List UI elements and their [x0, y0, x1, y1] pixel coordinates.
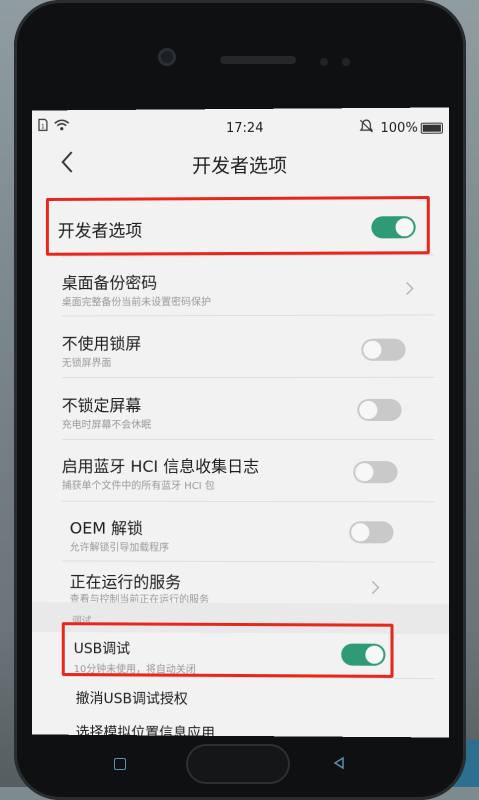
running-services-title: 正在运行的服务 — [69, 572, 182, 592]
stay-awake-toggle[interactable] — [357, 398, 402, 421]
hardware-nav-bar — [14, 736, 466, 787]
no-lockscreen-toggle[interactable] — [361, 338, 406, 361]
oem-unlock-title: OEM 解锁 — [69, 518, 143, 538]
front-camera — [158, 48, 176, 66]
home-button[interactable] — [186, 744, 290, 784]
earpiece-speaker — [220, 56, 296, 64]
stay-awake-subtitle: 充电时屏幕不会休眠 — [61, 420, 152, 431]
screen: 1 17:24 100% 开发者选项 开发者选项 桌面备份密码 桌面完整备份当前… — [32, 107, 449, 738]
sim-icon: 1 — [38, 118, 48, 134]
page-title: 开发者选项 — [192, 154, 288, 178]
no-lockscreen-title: 不使用锁屏 — [61, 334, 142, 354]
list-item-bluetooth-hci-log[interactable]: 启用蓝牙 HCI 信息收集日志 捕获单个文件中的所有蓝牙 HCI 包 — [32, 441, 449, 499]
list-item-running-services[interactable]: 正在运行的服务 查看与控制当前正在运行的服务 — [32, 560, 449, 606]
stay-awake-title: 不锁定屏幕 — [61, 396, 142, 416]
list-item-no-lockscreen[interactable]: 不使用锁屏 无锁屏界面 — [32, 316, 449, 375]
bluetooth-hci-log-toggle[interactable] — [353, 461, 398, 484]
highlight-box-developer-options — [45, 196, 430, 256]
no-lockscreen-subtitle: 无锁屏界面 — [61, 358, 112, 370]
list-item-mock-location[interactable]: 选择模拟位置信息应用 — [32, 716, 449, 738]
list-item-revoke-usb-auth[interactable]: 撤消USB调试授权 — [32, 678, 449, 717]
divider — [61, 438, 435, 441]
wifi-icon — [54, 118, 70, 135]
battery-icon — [420, 122, 443, 134]
backup-password-subtitle: 桌面完整备份当前未设置密码保护 — [61, 297, 212, 309]
list-item-oem-unlock[interactable]: OEM 解锁 允许解锁引导加载程序 — [32, 503, 449, 562]
highlight-box-usb-debugging — [61, 622, 394, 678]
back-key-icon[interactable] — [332, 756, 346, 770]
bluetooth-hci-log-title: 启用蓝牙 HCI 信息收集日志 — [61, 456, 260, 477]
title-bar: 开发者选项 — [32, 138, 449, 187]
mute-icon — [359, 119, 373, 137]
clock: 17:24 — [226, 120, 264, 137]
recents-key-icon[interactable] — [114, 758, 126, 770]
revoke-usb-auth-title: 撤消USB调试授权 — [75, 690, 188, 708]
oem-unlock-toggle[interactable] — [349, 521, 394, 544]
chevron-right-icon — [404, 280, 416, 296]
bluetooth-hci-log-subtitle: 捕获单个文件中的所有蓝牙 HCI 包 — [61, 480, 215, 492]
oem-unlock-subtitle: 允许解锁引导加载程序 — [69, 542, 170, 554]
light-sensor — [342, 58, 350, 66]
chevron-right-icon — [369, 579, 381, 595]
list-item-stay-awake[interactable]: 不锁定屏幕 充电时屏幕不会休眠 — [32, 379, 449, 437]
backup-password-title: 桌面备份密码 — [61, 273, 158, 293]
list-item-backup-password[interactable]: 桌面备份密码 桌面完整备份当前未设置密码保护 — [32, 256, 449, 313]
battery-percent: 100% — [380, 120, 418, 137]
proximity-sensor — [320, 58, 328, 66]
svg-text:1: 1 — [41, 123, 45, 130]
